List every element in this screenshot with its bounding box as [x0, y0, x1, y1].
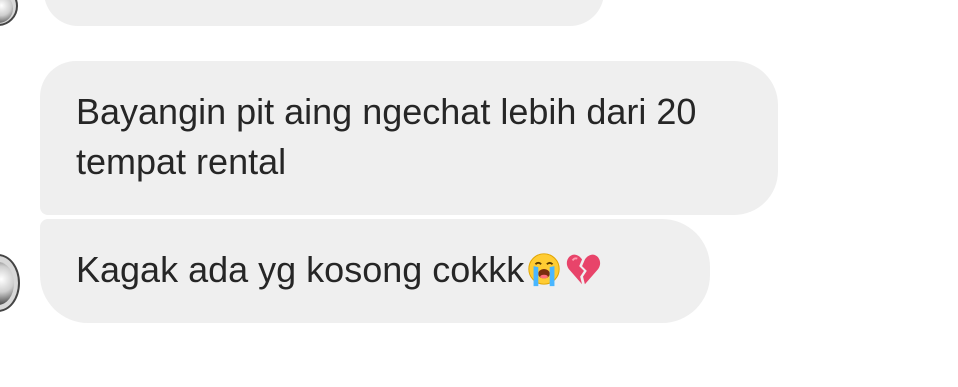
sender-avatar[interactable]	[0, 0, 18, 26]
avatar-image	[0, 0, 13, 23]
message-text: Bayangin pit aing ngechat lebih dari 20 …	[76, 91, 697, 182]
previous-message-bubble[interactable]	[44, 0, 604, 26]
loudly-crying-face-icon	[528, 253, 560, 287]
broken-heart-icon	[567, 254, 601, 285]
message-text: Kagak ada yg kosong cokkk	[76, 249, 525, 290]
message-bubble[interactable]: Kagak ada yg kosong cokkk	[40, 219, 710, 323]
message-bubble[interactable]: Bayangin pit aing ngechat lebih dari 20 …	[40, 61, 778, 215]
sender-avatar[interactable]	[0, 254, 20, 312]
avatar-image	[0, 262, 14, 306]
